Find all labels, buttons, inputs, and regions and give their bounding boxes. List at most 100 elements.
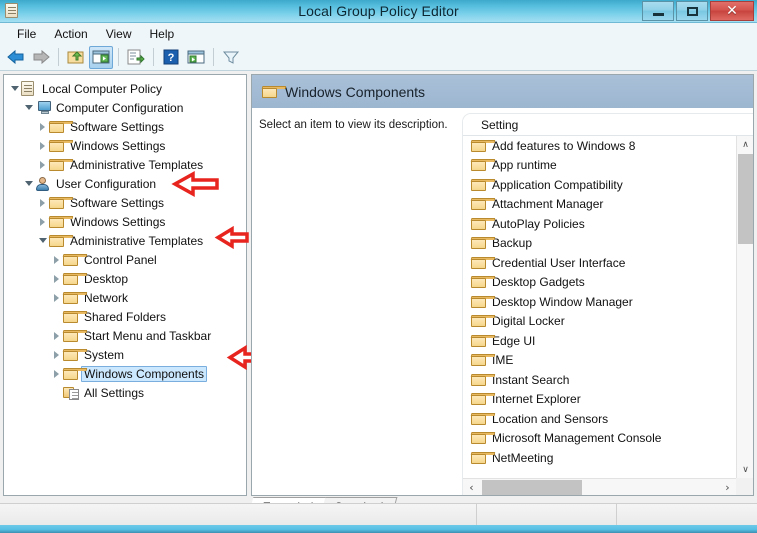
- settings-list-item[interactable]: App runtime: [463, 156, 736, 176]
- menu-item-file[interactable]: File: [8, 25, 45, 43]
- expander-closed-icon[interactable]: [36, 155, 49, 174]
- settings-list-panel: Setting Add features to Windows 8 App run…: [462, 113, 753, 495]
- settings-list-vertical-scrollbar[interactable]: ∧ ∨: [736, 136, 753, 478]
- expander-closed-icon[interactable]: [36, 212, 49, 231]
- folder-icon: [48, 120, 74, 133]
- minimize-button[interactable]: [642, 1, 674, 21]
- tree-item-software-settings[interactable]: Software Settings: [4, 193, 246, 212]
- settings-list-item[interactable]: Desktop Window Manager: [463, 292, 736, 312]
- scroll-up-button[interactable]: ∧: [737, 136, 753, 153]
- expander-spacer: [50, 307, 63, 326]
- settings-list-item[interactable]: Add features to Windows 8: [463, 136, 736, 156]
- show-hide-console-tree-button[interactable]: [89, 45, 113, 69]
- settings-list-item[interactable]: Digital Locker: [463, 312, 736, 332]
- tree-item-windows-components[interactable]: Windows Components: [4, 364, 246, 383]
- tree-item-software-settings[interactable]: Software Settings: [4, 117, 246, 136]
- expander-spacer: [50, 383, 63, 402]
- tree-item-administrative-templates[interactable]: Administrative Templates: [4, 231, 246, 250]
- expander-closed-icon[interactable]: [50, 364, 63, 383]
- expander-open-icon[interactable]: [22, 98, 35, 117]
- status-bar: [0, 503, 757, 525]
- folder-icon: [470, 256, 496, 269]
- forward-button[interactable]: [29, 46, 53, 69]
- folder-icon: [470, 354, 496, 367]
- menu-item-help[interactable]: Help: [141, 25, 184, 43]
- settings-list-item-label: IME: [492, 353, 514, 368]
- tree-item-windows-settings[interactable]: Windows Settings: [4, 136, 246, 155]
- tree-item-user-configuration[interactable]: User Configuration: [4, 174, 246, 193]
- settings-list-horizontal-scrollbar[interactable]: ‹ ›: [463, 478, 736, 495]
- tree-item-windows-settings[interactable]: Windows Settings: [4, 212, 246, 231]
- folder-icon: [48, 234, 74, 247]
- settings-list-item[interactable]: Instant Search: [463, 370, 736, 390]
- expander-closed-icon[interactable]: [36, 193, 49, 212]
- settings-list-item[interactable]: Internet Explorer: [463, 390, 736, 410]
- settings-list-item-label: Desktop Window Manager: [492, 294, 633, 309]
- tree-item-label: Start Menu and Taskbar: [84, 328, 212, 343]
- tree-item-system[interactable]: System: [4, 345, 246, 364]
- settings-list-item[interactable]: Microsoft Management Console: [463, 429, 736, 449]
- expander-open-icon[interactable]: [22, 174, 35, 193]
- settings-list-item[interactable]: Application Compatibility: [463, 175, 736, 195]
- expander-closed-icon[interactable]: [50, 345, 63, 364]
- folder-icon: [470, 237, 496, 250]
- folder-icon: [470, 139, 496, 152]
- folder-icon: [470, 354, 496, 367]
- tree-item-desktop[interactable]: Desktop: [4, 269, 246, 288]
- horizontal-scroll-thumb[interactable]: [482, 479, 582, 495]
- back-button[interactable]: [4, 46, 28, 69]
- tree-item-shared-folders[interactable]: Shared Folders: [4, 307, 246, 326]
- maximize-button[interactable]: [676, 1, 708, 21]
- settings-list-item[interactable]: Attachment Manager: [463, 195, 736, 215]
- tree-item-administrative-templates[interactable]: Administrative Templates: [4, 155, 246, 174]
- scrollbar-corner: [736, 478, 753, 495]
- export-list-button[interactable]: [124, 46, 148, 69]
- expander-closed-icon[interactable]: [36, 136, 49, 155]
- settings-list-item[interactable]: Edge UI: [463, 331, 736, 351]
- vertical-scroll-thumb[interactable]: [738, 154, 753, 244]
- tree-item-local-computer-policy[interactable]: Local Computer Policy: [4, 79, 246, 98]
- expander-open-icon[interactable]: [8, 79, 21, 98]
- tree-item-start-menu-and-taskbar[interactable]: Start Menu and Taskbar: [4, 326, 246, 345]
- expander-open-icon[interactable]: [36, 231, 49, 250]
- expander-closed-icon[interactable]: [50, 288, 63, 307]
- expander-closed-icon[interactable]: [50, 269, 63, 288]
- folder-icon: [62, 347, 88, 363]
- settings-list-column-header[interactable]: Setting: [463, 114, 753, 136]
- help-button[interactable]: ?: [159, 46, 183, 69]
- properties-button[interactable]: [184, 46, 208, 69]
- settings-list-item[interactable]: IME: [463, 351, 736, 371]
- tree-item-control-panel[interactable]: Control Panel: [4, 250, 246, 269]
- folder-icon: [62, 348, 88, 361]
- menu-item-action[interactable]: Action: [45, 25, 96, 43]
- up-one-level-button[interactable]: [64, 46, 88, 69]
- tree-item-network[interactable]: Network: [4, 288, 246, 307]
- folder-icon: [62, 253, 88, 266]
- settings-list-item[interactable]: AutoPlay Policies: [463, 214, 736, 234]
- tree-item-all-settings[interactable]: All Settings: [4, 383, 246, 402]
- settings-list-item[interactable]: Desktop Gadgets: [463, 273, 736, 293]
- tree-item-label: Local Computer Policy: [42, 81, 163, 96]
- toolbar-separator: [153, 48, 154, 66]
- tree-item-label: Windows Settings: [70, 214, 166, 229]
- menu-item-view[interactable]: View: [97, 25, 141, 43]
- scroll-left-button[interactable]: ‹: [463, 479, 480, 496]
- folder-icon: [470, 373, 496, 386]
- settings-list-item[interactable]: Location and Sensors: [463, 409, 736, 429]
- scroll-down-button[interactable]: ∨: [737, 461, 753, 478]
- close-button[interactable]: ✕: [710, 1, 754, 21]
- settings-list-item[interactable]: NetMeeting: [463, 448, 736, 468]
- content-area: Local Computer Policy Computer Configurat…: [3, 74, 754, 496]
- filter-button[interactable]: [219, 46, 243, 69]
- folder-icon: [62, 329, 88, 342]
- tree-item-computer-configuration[interactable]: Computer Configuration: [4, 98, 246, 117]
- settings-list-item[interactable]: Backup: [463, 234, 736, 254]
- tree-item-label: Administrative Templates: [70, 157, 204, 172]
- expander-closed-icon[interactable]: [50, 250, 63, 269]
- settings-list-item-label: Attachment Manager: [492, 197, 604, 212]
- expander-closed-icon[interactable]: [50, 326, 63, 345]
- expander-closed-icon[interactable]: [36, 117, 49, 136]
- folder-icon: [470, 159, 496, 172]
- scroll-right-button[interactable]: ›: [719, 479, 736, 496]
- settings-list-item[interactable]: Credential User Interface: [463, 253, 736, 273]
